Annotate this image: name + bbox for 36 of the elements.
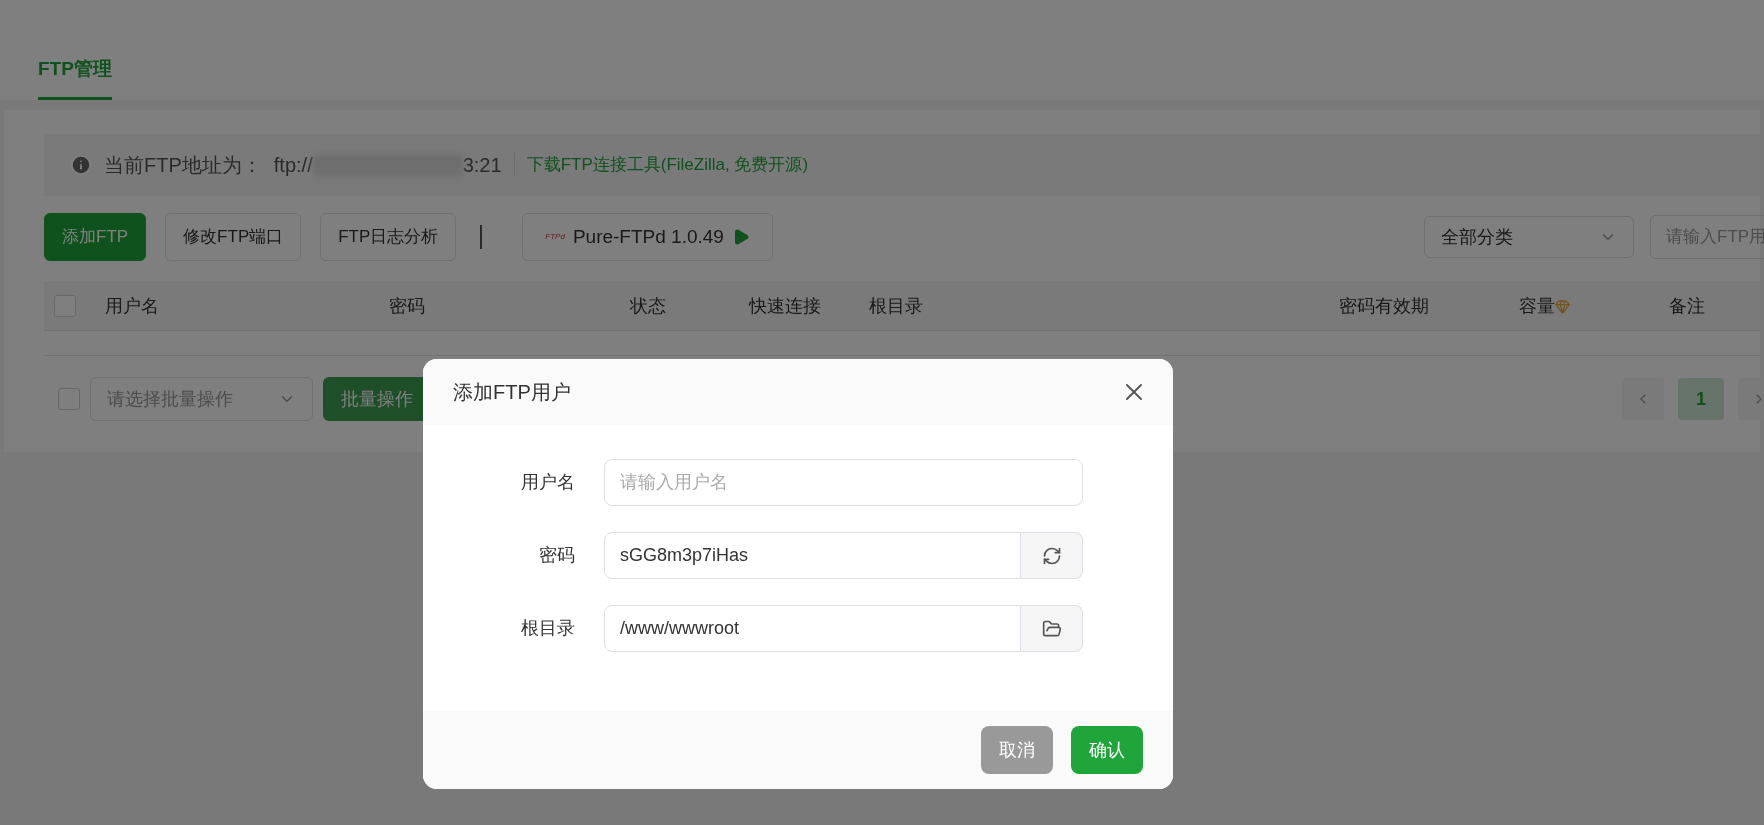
column-header: 状态 (630, 294, 666, 318)
field-label: 密码 (539, 544, 575, 567)
column-header: 密码有效期 (1339, 294, 1429, 318)
input-field[interactable]: 请输入用户名 (604, 459, 1083, 506)
column-header: 快速连接 (749, 294, 821, 318)
ftp-address-prefix: ftp:// (273, 153, 313, 178)
ftp-address-port: 3:21 (462, 153, 502, 178)
tab[interactable]: FTP管理 (38, 54, 112, 100)
folder-icon (1041, 618, 1062, 639)
diamond-icon (1555, 298, 1570, 314)
column-header: 备注 (1669, 294, 1705, 318)
confirm-button[interactable]: 确认 (1071, 726, 1143, 774)
toolbar-button[interactable]: FTP日志分析 (320, 213, 457, 261)
dialog-title: 添加FTP用户 (453, 380, 572, 405)
refresh-icon (1041, 545, 1062, 566)
service-logo: FTPd (545, 231, 565, 243)
previous-page-button[interactable] (1622, 378, 1664, 420)
info-icon (70, 154, 92, 176)
column-header: 密码 (389, 294, 425, 318)
toolbar-button[interactable]: 修改FTP端口 (165, 213, 302, 261)
field-label: 根目录 (521, 617, 575, 640)
column-header: 根目录 (869, 294, 923, 318)
column-header: 容量 (1519, 294, 1555, 318)
field-label: 用户名 (521, 471, 575, 494)
cancel-button[interactable]: 取消 (981, 726, 1053, 774)
folder-button[interactable] (1021, 605, 1083, 652)
page-button[interactable]: 1 (1678, 378, 1724, 420)
service-button[interactable]: FTPd Pure-FTPd 1.0.49 (522, 213, 773, 261)
toolbar-button[interactable]: 添加FTP (44, 213, 147, 261)
download-link[interactable]: 下载FTP连接工具(FileZilla, 免费开源) (526, 152, 809, 178)
info-label: 当前FTP地址为： (104, 153, 262, 178)
refresh-button[interactable] (1021, 532, 1083, 579)
column-header: 用户名 (105, 294, 159, 318)
category-select[interactable]: 全部分类 (1424, 216, 1634, 258)
input-field[interactable]: /www/wwwroot (604, 605, 1021, 652)
input-field[interactable]: sGG8m3p7iHas (604, 532, 1021, 579)
